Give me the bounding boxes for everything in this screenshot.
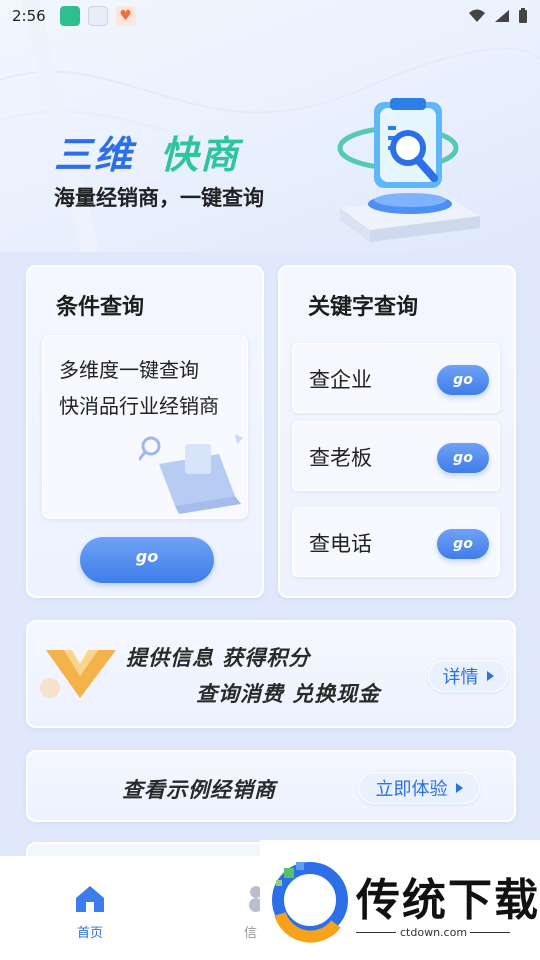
notification-app-icon [87, 6, 108, 26]
watermark-line-left [356, 932, 396, 933]
watermark: 传统下载 ctdown.com [260, 840, 540, 960]
nav-home-tab[interactable]: 首页 [72, 884, 108, 941]
status-right-icons [468, 8, 528, 24]
home-icon [76, 886, 104, 912]
watermark-logo-icon [272, 862, 348, 943]
phone-go-button[interactable]: go [437, 529, 489, 559]
hero-title: 三维 快商 [54, 124, 240, 179]
status-time: 2:56 [12, 7, 46, 25]
condition-query-card[interactable]: 条件查询 多维度一键查询 快消品行业经销商 go [26, 265, 264, 598]
watermark-line-right [470, 932, 510, 933]
condition-query-title: 条件查询 [56, 295, 145, 320]
try-now-button[interactable]: 立即体验 [358, 772, 480, 804]
chevron-right-icon [455, 783, 463, 793]
car-app-icon [59, 6, 80, 26]
search-document-illustration [337, 98, 480, 242]
watermark-brand: 传统下载 [356, 875, 540, 926]
keyword-row-phone[interactable]: 查电话 go [292, 507, 500, 577]
status-bar: 2:56 ♥ [0, 0, 540, 32]
promo-line2: 查询消费 兑换现金 [196, 682, 381, 706]
keyword-row-label: 查电话 [309, 532, 372, 556]
v-badge-logo [40, 650, 116, 698]
wifi-icon [469, 9, 485, 22]
condition-query-line2: 快消品行业经销商 [59, 394, 219, 418]
promo-details-button[interactable]: 详情 [428, 660, 508, 692]
promo-details-label: 详情 [442, 667, 479, 688]
hero-banner: 三维 快商 海量经销商，一键查询 [0, 0, 540, 252]
example-dealer-card[interactable]: 查看示例经销商 立即体验 [26, 750, 516, 822]
boss-go-button[interactable]: go [437, 443, 489, 473]
laptop-search-illustration [139, 434, 243, 514]
try-now-label: 立即体验 [375, 779, 448, 800]
condition-go-button[interactable]: go [80, 537, 214, 583]
promo-line1: 提供信息 获得积分 [126, 646, 311, 670]
hero-title-part1: 三维 [54, 133, 135, 177]
keyword-row-company[interactable]: 查企业 go [292, 343, 500, 413]
chevron-right-icon [486, 671, 494, 681]
heart-app-icon: ♥ [115, 6, 136, 26]
condition-query-panel: 多维度一键查询 快消品行业经销商 [42, 335, 248, 519]
keyword-row-boss[interactable]: 查老板 go [292, 421, 500, 491]
keyword-query-title: 关键字查询 [308, 295, 419, 320]
company-go-button[interactable]: go [437, 365, 489, 395]
keyword-query-card: 关键字查询 查企业 go 查老板 go 查电话 go [278, 265, 516, 598]
keyword-row-label: 查企业 [309, 368, 372, 392]
hero-subtitle: 海量经销商，一键查询 [54, 186, 264, 210]
example-text: 查看示例经销商 [122, 778, 276, 802]
watermark-url: ctdown.com [400, 926, 468, 939]
signal-icon [495, 10, 509, 22]
hero-title-part2: 快商 [160, 133, 241, 177]
battery-icon [519, 8, 527, 23]
condition-query-line1: 多维度一键查询 [59, 358, 199, 382]
nav-home-label: 首页 [76, 926, 103, 941]
keyword-row-label: 查老板 [309, 446, 372, 470]
points-promo-card[interactable]: 提供信息 获得积分 查询消费 兑换现金 详情 [26, 620, 516, 728]
